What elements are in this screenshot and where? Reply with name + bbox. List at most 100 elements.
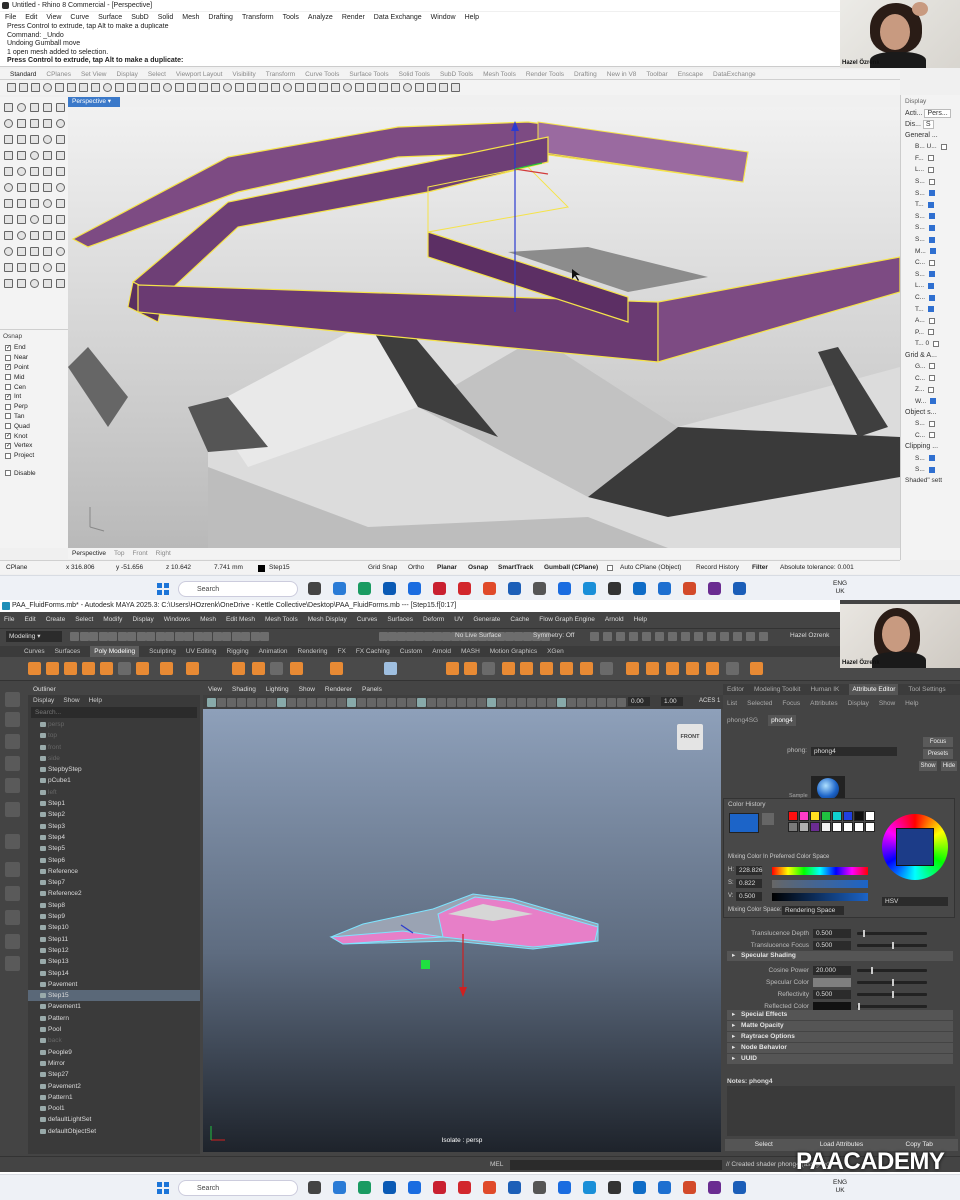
taskbar-search[interactable]: Search xyxy=(178,581,298,597)
display-row[interactable]: T... xyxy=(901,199,960,211)
taskbar-app-icon[interactable] xyxy=(558,582,571,595)
checkbox[interactable] xyxy=(940,143,947,150)
osnap-item-tan[interactable]: Tan xyxy=(0,412,68,422)
layer-color-swatch[interactable] xyxy=(258,565,265,572)
shelf-tool-icon[interactable] xyxy=(270,662,283,675)
shelf-tool-icon[interactable] xyxy=(46,662,59,675)
checkbox[interactable] xyxy=(933,340,940,347)
viewport-tool-icon[interactable] xyxy=(617,698,626,707)
viewport-menu-shading[interactable]: Shading xyxy=(232,684,256,695)
viewport-tab-perspective[interactable]: Perspective xyxy=(72,548,106,559)
toolbar-tool-icon[interactable] xyxy=(451,83,460,92)
display-row[interactable]: S... xyxy=(901,187,960,199)
toolbar-tab-standard[interactable]: Standard xyxy=(10,69,36,80)
toolbar-tool-icon[interactable] xyxy=(379,83,388,92)
shelf-tab-animation[interactable]: Animation xyxy=(259,646,288,657)
shelf-tool-icon[interactable] xyxy=(726,662,739,675)
shelf-tool-icon[interactable] xyxy=(706,662,719,675)
shelf-tool-icon[interactable] xyxy=(646,662,659,675)
left-tool-icon[interactable] xyxy=(56,151,65,160)
taskbar-app-icon[interactable] xyxy=(383,1181,396,1194)
history-swatch[interactable] xyxy=(799,811,809,821)
shelf-tool-icon[interactable] xyxy=(100,662,113,675)
mel-input[interactable] xyxy=(510,1160,722,1170)
status-line-icon[interactable] xyxy=(165,632,174,641)
maya-menu-flow-graph-engine[interactable]: Flow Graph Engine xyxy=(539,613,595,627)
symmetry-select[interactable]: Symmetry: Off xyxy=(533,632,574,639)
display-settings-select[interactable]: S xyxy=(922,120,934,129)
viewport-tool-icon[interactable] xyxy=(437,698,446,707)
osnap-item-near[interactable]: Near xyxy=(0,353,68,363)
outliner-item[interactable]: Step2 xyxy=(28,809,200,820)
viewport-tool-icon[interactable] xyxy=(557,698,566,707)
maya-menu-generate[interactable]: Generate xyxy=(473,613,500,627)
shelf-tool-icon[interactable] xyxy=(560,662,573,675)
viewport-tool-icon[interactable] xyxy=(237,698,246,707)
status-line-icon[interactable] xyxy=(250,632,260,641)
menu-item-curve[interactable]: Curve xyxy=(70,12,89,23)
outliner-item[interactable]: side xyxy=(28,753,200,764)
viewport-tool-icon[interactable] xyxy=(457,698,466,707)
left-tool-icon[interactable] xyxy=(43,103,52,112)
attr-tab-editor[interactable]: Editor xyxy=(727,684,744,695)
left-tool-icon[interactable] xyxy=(4,247,13,256)
viewport-tool-icon[interactable] xyxy=(447,698,456,707)
toolbar-tool-icon[interactable] xyxy=(319,83,328,92)
value-slider[interactable] xyxy=(772,893,868,901)
manipulator-center[interactable] xyxy=(421,960,430,969)
checkbox[interactable] xyxy=(5,470,11,477)
viewport-tool-icon[interactable] xyxy=(207,698,216,707)
menu-item-tools[interactable]: Tools xyxy=(283,12,299,23)
toolbox-tool-icon[interactable] xyxy=(5,886,20,901)
left-tool-icon[interactable] xyxy=(43,279,52,288)
outliner-item[interactable]: Step10 xyxy=(28,922,200,933)
specular-color-slider[interactable] xyxy=(857,979,927,986)
status-line-icon[interactable] xyxy=(184,632,193,641)
outliner-item[interactable]: Pattern xyxy=(28,1013,200,1024)
taskbar-app-icon[interactable] xyxy=(308,1181,321,1194)
checkbox[interactable] xyxy=(928,466,935,473)
taskbar-app-icon[interactable] xyxy=(608,582,621,595)
hide-button[interactable]: Hide xyxy=(941,761,957,771)
toolbox-tool-icon[interactable] xyxy=(5,692,20,707)
history-swatch[interactable] xyxy=(843,822,853,832)
toolbar-tab-drafting[interactable]: Drafting xyxy=(574,69,597,80)
viewport-tool-icon[interactable] xyxy=(337,698,346,707)
shelf-tab-poly-modeling[interactable]: Poly Modeling xyxy=(90,646,140,657)
viewport-tool-icon[interactable] xyxy=(507,698,516,707)
menu-item-window[interactable]: Window xyxy=(431,12,456,23)
outliner-item[interactable]: left xyxy=(28,787,200,798)
checkbox[interactable] xyxy=(5,452,11,459)
viewport-tool-icon[interactable] xyxy=(317,698,326,707)
taskbar-language[interactable]: ENG UK xyxy=(833,580,847,596)
status-line-icon[interactable] xyxy=(616,632,625,641)
status-line-icon[interactable] xyxy=(629,632,638,641)
status-line-icon[interactable] xyxy=(642,632,651,641)
saturation-slider[interactable] xyxy=(772,880,868,888)
taskbar-app-icon[interactable] xyxy=(583,582,596,595)
gumball-x-axis[interactable] xyxy=(514,168,549,175)
toolbar-tool-icon[interactable] xyxy=(55,83,64,92)
viewport-tool-icon[interactable] xyxy=(467,698,476,707)
left-tool-icon[interactable] xyxy=(43,215,52,224)
display-row[interactable]: S... xyxy=(901,222,960,234)
checkbox[interactable] xyxy=(928,317,935,324)
display-row[interactable]: T... xyxy=(901,303,960,315)
left-tool-icon[interactable] xyxy=(4,279,13,288)
phong-name-field[interactable]: phong4 xyxy=(811,747,897,756)
display-row[interactable]: B... U... xyxy=(901,141,960,153)
node-tabs[interactable]: phong4SG phong4 xyxy=(723,715,960,726)
shelf-tab-custom[interactable]: Custom xyxy=(400,646,422,657)
outliner-item[interactable]: front xyxy=(28,742,200,753)
checkbox[interactable] xyxy=(928,166,935,173)
left-tool-icon[interactable] xyxy=(56,167,65,176)
taskbar-app-icon[interactable] xyxy=(358,1181,371,1194)
viewport-tool-icon[interactable] xyxy=(397,698,406,707)
status-auto-cplane[interactable]: Auto CPlane (Object) xyxy=(620,561,681,574)
toolbar-tab-subd-tools[interactable]: SubD Tools xyxy=(440,69,473,80)
toolbar-tab-set-view[interactable]: Set View xyxy=(81,69,107,80)
left-tool-icon[interactable] xyxy=(4,231,13,240)
osnap-item-point[interactable]: ✓ Point xyxy=(0,363,68,373)
checkbox[interactable] xyxy=(5,374,11,381)
rhino-toolbar-tabs[interactable]: Standard CPlanes Set View Display Select View… xyxy=(0,69,900,80)
